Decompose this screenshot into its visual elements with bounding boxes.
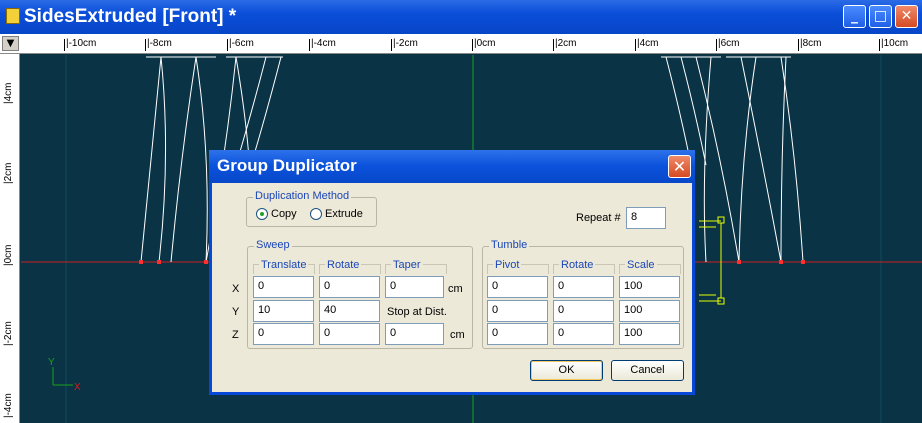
- duplication-method-label: Duplication Method: [253, 190, 352, 202]
- main-window: SidesExtruded [Front] * _ □ ✕ |-10cm |-8…: [0, 0, 922, 423]
- rotate-header: Rotate: [325, 259, 362, 271]
- taper-x-input[interactable]: 0: [385, 276, 444, 298]
- ruler-tick: |4cm: [635, 38, 659, 51]
- row-label-z: Z: [232, 329, 239, 341]
- translate-header: Translate: [259, 259, 309, 271]
- pivot-x-input[interactable]: 0: [487, 276, 548, 298]
- stop-at-dist-label: Stop at Dist.: [387, 306, 447, 318]
- view-menu-dropdown[interactable]: ▼: [2, 36, 19, 51]
- ruler-tick: |-6cm: [227, 38, 254, 51]
- ruler-tick: |10cm: [879, 38, 909, 51]
- tumble-rotate-z-input[interactable]: 0: [553, 323, 614, 345]
- title-bar[interactable]: SidesExtruded [Front] * _ □ ✕: [0, 0, 922, 34]
- close-button[interactable]: ✕: [895, 5, 918, 28]
- app-icon: [6, 8, 20, 24]
- copy-radio[interactable]: [256, 208, 268, 220]
- sweep-label: Sweep: [254, 239, 292, 251]
- ruler-tick: |0cm: [3, 244, 14, 267]
- row-label-x: X: [232, 283, 240, 295]
- axis-gizmo: [52, 367, 73, 386]
- rotate-y-input[interactable]: 40: [319, 300, 380, 322]
- scale-header: Scale: [625, 259, 657, 271]
- taper-header: Taper: [391, 259, 423, 271]
- copy-label: Copy: [271, 208, 297, 220]
- extrude-radio[interactable]: [310, 208, 322, 220]
- extrude-label: Extrude: [325, 208, 363, 220]
- ruler-tick: |-2cm: [391, 38, 418, 51]
- scale-z-input[interactable]: 100: [619, 323, 680, 345]
- rotate-x-input[interactable]: 0: [319, 276, 380, 298]
- dialog-close-button[interactable]: ✕: [668, 155, 691, 178]
- repeat-label: Repeat #: [576, 212, 621, 224]
- ruler-tick: |4cm: [3, 82, 14, 105]
- row-label-y: Y: [232, 306, 240, 318]
- ruler-tick: |6cm: [716, 38, 740, 51]
- pivot-header: Pivot: [493, 259, 522, 271]
- ruler-tick: |-10cm: [64, 38, 97, 51]
- translate-y-input[interactable]: 10: [253, 300, 314, 322]
- pivot-y-input[interactable]: 0: [487, 300, 548, 322]
- ruler-tick: |-4cm: [309, 38, 336, 51]
- ruler-tick: |2cm: [3, 162, 14, 185]
- tumble-rotate-y-input[interactable]: 0: [553, 300, 614, 322]
- ruler-tick: |2cm: [553, 38, 577, 51]
- pivot-z-input[interactable]: 0: [487, 323, 548, 345]
- tumble-label: Tumble: [489, 239, 530, 251]
- maximize-button[interactable]: □: [869, 5, 892, 28]
- vertical-ruler: |4cm |2cm |0cm |-2cm |-4cm: [0, 54, 20, 423]
- horizontal-ruler: |-10cm |-8cm |-6cm |-4cm |-2cm |0cm |2cm…: [0, 34, 922, 54]
- taper-z-unit: cm: [450, 329, 465, 341]
- selection-handles: [699, 216, 725, 305]
- taper-z-input[interactable]: 0: [385, 323, 444, 345]
- group-duplicator-dialog: Group Duplicator ✕ Duplication Method Co…: [209, 150, 695, 395]
- ruler-tick: |-8cm: [145, 38, 172, 51]
- ok-button[interactable]: OK: [530, 360, 603, 381]
- ruler-tick: |-4cm: [3, 393, 14, 418]
- taper-x-unit: cm: [448, 283, 463, 295]
- rotate-z-input[interactable]: 0: [319, 323, 380, 345]
- axis-y-label: Y: [48, 357, 55, 368]
- ruler-tick: |0cm: [472, 38, 496, 51]
- cancel-button[interactable]: Cancel: [611, 360, 684, 381]
- scale-y-input[interactable]: 100: [619, 300, 680, 322]
- dialog-title-bar[interactable]: Group Duplicator ✕: [209, 150, 695, 183]
- translate-z-input[interactable]: 0: [253, 323, 314, 345]
- scale-x-input[interactable]: 100: [619, 276, 680, 298]
- axis-x-label: X: [74, 382, 81, 393]
- window-title: SidesExtruded [Front] *: [24, 6, 237, 27]
- tumble-rotate-x-input[interactable]: 0: [553, 276, 614, 298]
- ruler-tick: |-2cm: [3, 321, 14, 346]
- translate-x-input[interactable]: 0: [253, 276, 314, 298]
- tumble-rotate-header: Rotate: [559, 259, 596, 271]
- minimize-button[interactable]: _: [843, 5, 866, 28]
- repeat-input[interactable]: 8: [626, 207, 666, 229]
- dialog-title: Group Duplicator: [217, 156, 357, 175]
- ruler-tick: |8cm: [798, 38, 822, 51]
